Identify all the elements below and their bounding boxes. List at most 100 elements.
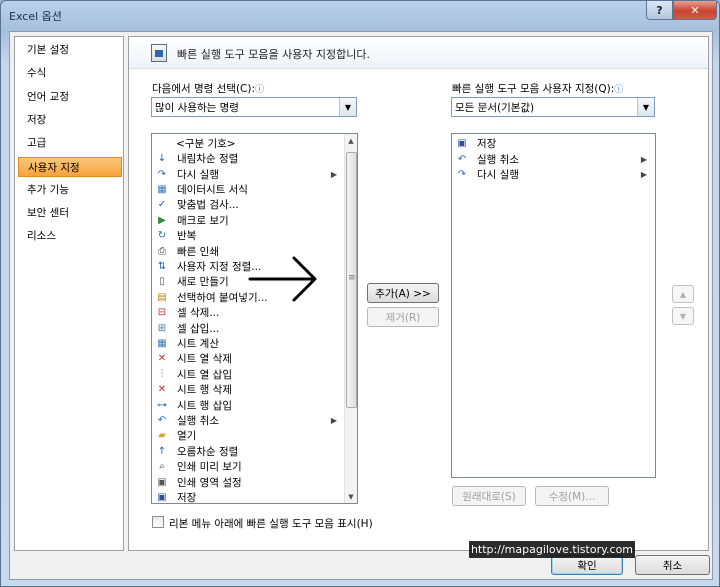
scroll-up-icon[interactable]: ▲ <box>345 134 357 147</box>
command-list-item[interactable]: ▣ 저장 <box>453 136 653 151</box>
command-list-item[interactable]: ↻ 반복 <box>153 228 343 243</box>
submenu-arrow-icon: ▶ <box>330 169 337 179</box>
command-list-item[interactable]: ▰ 열기 <box>153 428 343 443</box>
command-list-item[interactable]: ✓ 맞춤법 검사... <box>153 197 343 212</box>
quick-access-toolbar-icon <box>151 44 167 62</box>
command-list-item[interactable]: ▣ 저장 <box>153 490 343 504</box>
scroll-down-icon[interactable]: ▼ <box>345 490 357 503</box>
command-label: 실행 취소 <box>477 153 519 166</box>
command-list-item[interactable]: ⫶ 시트 열 삽입 <box>153 367 343 382</box>
move-up-button[interactable]: ▲ <box>672 285 694 303</box>
nav-item[interactable]: 사용자 지정 <box>18 156 122 177</box>
command-list-item[interactable]: ▣ 인쇄 영역 설정 <box>153 474 343 489</box>
undo-icon: ↶ <box>457 153 467 165</box>
submenu-arrow-icon: ▶ <box>640 154 647 164</box>
spelling-check-icon: ✓ <box>157 199 167 211</box>
window-title: Excel 옵션 <box>9 10 62 23</box>
info-icon: ⓘ <box>614 85 624 95</box>
command-list-item[interactable]: ↶ 실행 취소 ▶ <box>453 151 653 166</box>
delete-sheet-columns-icon: ✕ <box>157 353 167 365</box>
move-down-button[interactable]: ▼ <box>672 307 694 325</box>
modify-button[interactable]: 수정(M)... <box>535 486 609 506</box>
separator-item[interactable]: <구분 기호> <box>176 136 236 151</box>
command-list-item[interactable]: ⊟ 셀 삭제... <box>153 305 343 320</box>
insert-cells-icon: ⊞ <box>157 322 167 334</box>
set-print-area-icon: ▣ <box>157 476 167 488</box>
choose-commands-label: 다음에서 명령 선택(C):ⓘ <box>152 81 264 96</box>
nav-item[interactable]: 수식 <box>24 63 46 83</box>
command-label: 열기 <box>177 430 197 443</box>
available-commands-list[interactable]: <구분 기호> ↓ 내림차순 정렬 ↷ 다시 실행 ▶ ▦ 데이터시트 서식 ✓ 맞춤법 검사.… <box>151 133 358 504</box>
customize-toolbar-label-text: 빠른 실행 도구 모음 사용자 지정(Q): <box>452 83 615 95</box>
command-list-item[interactable]: ▶ 매크로 보기 <box>153 213 343 228</box>
command-list-item[interactable]: ⌕ 인쇄 미리 보기 <box>153 459 343 474</box>
toolbar-scope-dropdown[interactable]: 모든 문서(기본값) ▼ <box>451 97 655 117</box>
nav-item[interactable]: 기본 설정 <box>24 40 69 60</box>
toolbar-commands-list[interactable]: ▣ 저장 ↶ 실행 취소 ▶ ↷ 다시 실행 ▶ <box>451 133 656 478</box>
quick-print-icon: ⎙ <box>158 245 166 257</box>
title-bar: Excel 옵션 ? ✕ <box>1 1 720 29</box>
command-label: 시트 행 삽입 <box>177 399 232 412</box>
info-icon: ⓘ <box>255 85 265 95</box>
calculate-sheet-icon: ▦ <box>157 337 167 349</box>
command-list-item[interactable]: ✕ 시트 열 삭제 <box>153 351 343 366</box>
close-button[interactable]: ✕ <box>673 1 717 20</box>
nav-item[interactable]: 언어 교정 <box>24 87 69 107</box>
ok-button[interactable]: 확인 <box>551 555 623 575</box>
print-preview-icon: ⌕ <box>159 461 165 473</box>
watermark: http://mapagilove.tistory.com <box>469 541 635 558</box>
show-below-ribbon-checkbox[interactable] <box>152 516 164 528</box>
nav-item[interactable]: 고급 <box>24 133 46 153</box>
toolbar-scope-value: 모든 문서(기본값) <box>455 101 535 114</box>
command-list-item[interactable]: ↶ 실행 취소 ▶ <box>153 413 343 428</box>
command-label: 시트 열 삽입 <box>177 368 232 381</box>
command-list-item[interactable]: ↓ 내림차순 정렬 <box>153 151 343 166</box>
excel-options-window: Excel 옵션 ? ✕ 기본 설정 수식 언어 교정 저장 고급 사용자 지정 추가 기능… <box>0 0 720 587</box>
open-folder-icon: ▰ <box>158 430 166 442</box>
panel-header: 빠른 실행 도구 모음을 사용자 지정합니다. <box>129 37 708 69</box>
add-button[interactable]: 추가(A) >> <box>367 283 439 303</box>
insert-sheet-columns-icon: ⫶ <box>160 368 164 380</box>
command-label: 셀 삽입... <box>177 322 220 335</box>
command-list-item[interactable]: ↑ 오름차순 정렬 <box>153 444 343 459</box>
show-below-ribbon-label: 리본 메뉴 아래에 빠른 실행 도구 모음 표시(H) <box>169 518 373 530</box>
command-list-item[interactable]: ⊞ 셀 삽입... <box>153 320 343 335</box>
reset-button[interactable]: 원래대로(S) <box>452 486 526 506</box>
choose-commands-dropdown[interactable]: 많이 사용하는 명령 ▼ <box>151 97 357 117</box>
command-label: 시트 계산 <box>177 337 219 350</box>
customize-toolbar-label: 빠른 실행 도구 모음 사용자 지정(Q):ⓘ <box>452 81 623 96</box>
insert-sheet-rows-icon: ⊶ <box>157 399 167 411</box>
command-label: 저장 <box>177 491 197 504</box>
command-list-item[interactable]: ✕ 시트 행 삭제 <box>153 382 343 397</box>
save-icon: ▣ <box>157 491 167 503</box>
command-label: 실행 취소 <box>177 414 219 427</box>
annotation-arrow-icon <box>248 256 317 302</box>
command-list-item[interactable]: ⊶ 시트 행 삽입 <box>153 397 343 412</box>
command-label: 오름차순 정렬 <box>177 445 239 458</box>
remove-button[interactable]: 제거(R) <box>367 307 439 327</box>
nav-item[interactable]: 추가 기능 <box>24 180 69 200</box>
nav-item[interactable]: 리소스 <box>24 226 56 246</box>
command-list-item[interactable]: ▦ 시트 계산 <box>153 336 343 351</box>
panel-header-text: 빠른 실행 도구 모음을 사용자 지정합니다. <box>177 48 371 61</box>
paste-special-icon: ▤ <box>157 291 167 303</box>
submenu-arrow-icon: ▶ <box>640 169 647 179</box>
delete-sheet-rows-icon: ✕ <box>157 384 167 396</box>
dropdown-arrow-icon[interactable]: ▼ <box>339 98 356 116</box>
command-list-item[interactable]: ▦ 데이터시트 서식 <box>153 182 343 197</box>
nav-item[interactable]: 저장 <box>24 110 46 130</box>
help-button[interactable]: ? <box>646 1 673 20</box>
command-list-item[interactable]: ↷ 다시 실행 ▶ <box>153 166 343 181</box>
cancel-button[interactable]: 취소 <box>635 555 710 575</box>
command-label: 새로 만들기 <box>177 276 229 289</box>
customize-panel: 빠른 실행 도구 모음을 사용자 지정합니다. 다음에서 명령 선택(C):ⓘ … <box>128 36 709 551</box>
nav-item[interactable]: 보안 센터 <box>24 203 69 223</box>
run-macro-icon: ▶ <box>158 214 166 226</box>
scrollbar-thumb[interactable] <box>346 152 357 408</box>
choose-commands-label-text: 다음에서 명령 선택(C): <box>152 83 256 95</box>
commands-scrollbar[interactable]: ▲ ▼ <box>344 134 357 503</box>
command-list-item[interactable]: ↷ 다시 실행 ▶ <box>453 167 653 182</box>
dialog-body: 기본 설정 수식 언어 교정 저장 고급 사용자 지정 추가 기능 보안 센터 리소스 빠른 실… <box>9 31 713 580</box>
dropdown-arrow-icon[interactable]: ▼ <box>637 98 654 116</box>
command-label: 맞춤법 검사... <box>177 199 239 212</box>
